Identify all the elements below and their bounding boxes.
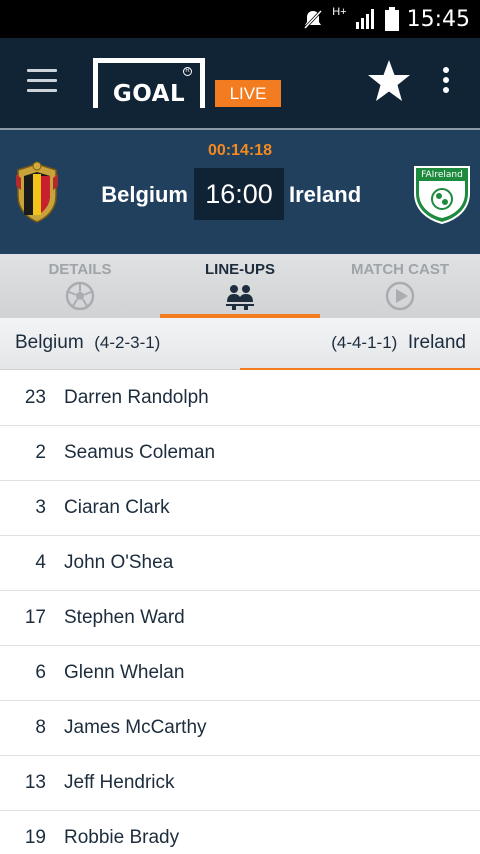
soccer-ball-icon <box>65 281 95 311</box>
away-formation: (4-4-1-1) <box>331 333 398 352</box>
player-name: Darren Randolph <box>64 387 209 408</box>
tab-line-ups-label: LINE-UPS <box>204 261 275 278</box>
match-tabs: DETAILS LINE-UPS MATCH CAST <box>0 254 480 318</box>
player-name: Stephen Ward <box>64 607 185 628</box>
status-time: 15:45 <box>406 6 470 32</box>
away-team-name: Ireland <box>289 182 362 207</box>
player-row[interactable]: 6 Glenn Whelan <box>0 646 480 701</box>
player-name: Seamus Coleman <box>64 442 216 463</box>
player-row[interactable]: 8 James McCarthy <box>0 701 480 756</box>
tab-match-cast-label: MATCH CAST <box>350 261 450 278</box>
player-list: 23 Darren Randolph 2 Seamus Coleman 3 Ci… <box>0 371 480 854</box>
tab-line-ups[interactable]: LINE-UPS <box>160 254 320 318</box>
lineup-header: Belgium (4-2-3-1) (4-4-1-1) Ireland <box>0 318 480 370</box>
home-team-name: Belgium <box>101 182 188 207</box>
player-number: 19 <box>24 827 46 848</box>
player-number: 4 <box>35 552 46 573</box>
tab-details[interactable]: DETAILS <box>0 254 160 318</box>
players-icon <box>226 285 254 310</box>
player-number: 17 <box>24 607 46 628</box>
home-lineup-team: Belgium <box>15 332 84 353</box>
menu-icon[interactable] <box>27 69 57 93</box>
belgium-crest-icon <box>16 161 58 223</box>
live-badge: LIVE <box>215 80 281 107</box>
match-score: 16:00 <box>194 168 284 220</box>
player-row[interactable]: 3 Ciaran Clark <box>0 481 480 536</box>
ireland-crest-text: FAIreland <box>421 170 463 180</box>
player-row[interactable]: 4 John O'Shea <box>0 536 480 591</box>
player-name: Jeff Hendrick <box>64 772 175 793</box>
player-name: John O'Shea <box>64 552 174 573</box>
battery-icon <box>384 7 399 31</box>
mute-icon <box>304 9 323 30</box>
match-elapsed-time: 00:14:18 <box>207 142 273 159</box>
player-name: James McCarthy <box>64 717 207 738</box>
home-lineup-label[interactable]: Belgium (4-2-3-1) <box>15 332 160 354</box>
player-number: 6 <box>35 662 46 683</box>
away-lineup-team: Ireland <box>407 332 466 353</box>
player-number: 3 <box>35 497 46 518</box>
play-icon <box>385 281 415 311</box>
overflow-menu-icon[interactable] <box>440 67 452 97</box>
player-number: 8 <box>35 717 46 738</box>
player-row[interactable]: 17 Stephen Ward <box>0 591 480 646</box>
player-row[interactable]: 13 Jeff Hendrick <box>0 756 480 811</box>
player-row[interactable]: 19 Robbie Brady <box>0 811 480 854</box>
app-bar: R GOAL LIVE <box>0 38 480 128</box>
tab-match-cast[interactable]: MATCH CAST <box>320 254 480 318</box>
player-row[interactable]: 2 Seamus Coleman <box>0 426 480 481</box>
tab-details-label: DETAILS <box>48 261 112 278</box>
network-type-label: H+ <box>332 6 347 18</box>
away-lineup-label[interactable]: (4-4-1-1) Ireland <box>331 332 466 354</box>
ireland-crest-icon: FAIreland <box>414 166 470 225</box>
player-number: 13 <box>24 772 46 793</box>
player-row[interactable]: 23 Darren Randolph <box>0 371 480 426</box>
status-bar: H+ 15:45 <box>0 0 480 38</box>
player-number: 23 <box>24 387 46 408</box>
registered-icon: R <box>183 67 192 76</box>
star-icon[interactable] <box>366 58 412 104</box>
signal-icon <box>355 9 374 29</box>
match-header: 00:14:18 Belgium 16:00 Ireland FAIreland <box>0 128 480 254</box>
home-formation: (4-2-3-1) <box>94 333 161 352</box>
lineup-selected-indicator <box>240 368 480 370</box>
player-name: Ciaran Clark <box>64 497 170 518</box>
player-name: Glenn Whelan <box>64 662 185 683</box>
player-name: Robbie Brady <box>64 827 180 848</box>
logo-text: GOAL <box>98 80 200 108</box>
player-number: 2 <box>35 442 46 463</box>
goal-logo: R GOAL <box>93 58 205 108</box>
